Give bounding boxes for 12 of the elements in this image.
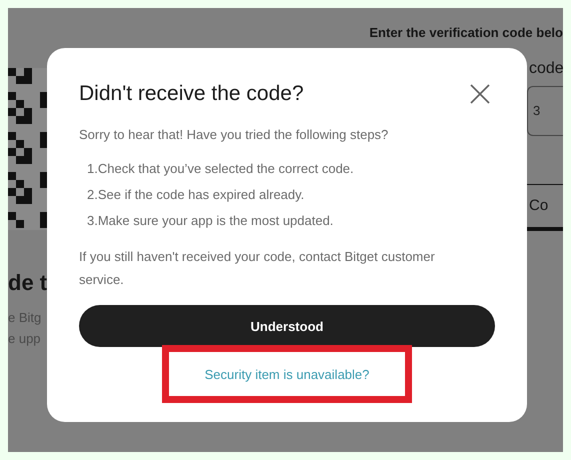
step-text: 1.Check that you’ve selected the correct code.: [87, 160, 355, 178]
note-text: If you still haven't received your code, contact Bitget customer service.: [79, 248, 436, 289]
step-text: 2.See if the code has expired already.: [87, 186, 306, 204]
dialog-title: Didn't receive the code?: [79, 82, 304, 106]
security-link[interactable]: Security item is unavailable?: [204, 366, 370, 382]
instruction-text: Enter the verification code belo: [369, 25, 563, 40]
close-icon[interactable]: [470, 84, 490, 104]
field-label: code: [528, 60, 563, 78]
page-heading: de t: [8, 270, 47, 296]
step-text: 3.Make sure your app is the most updated.: [87, 212, 334, 230]
intro-text: Sorry to hear that! Have you tried the following steps?: [79, 127, 390, 142]
understood-button[interactable]: Understood: [79, 305, 495, 347]
